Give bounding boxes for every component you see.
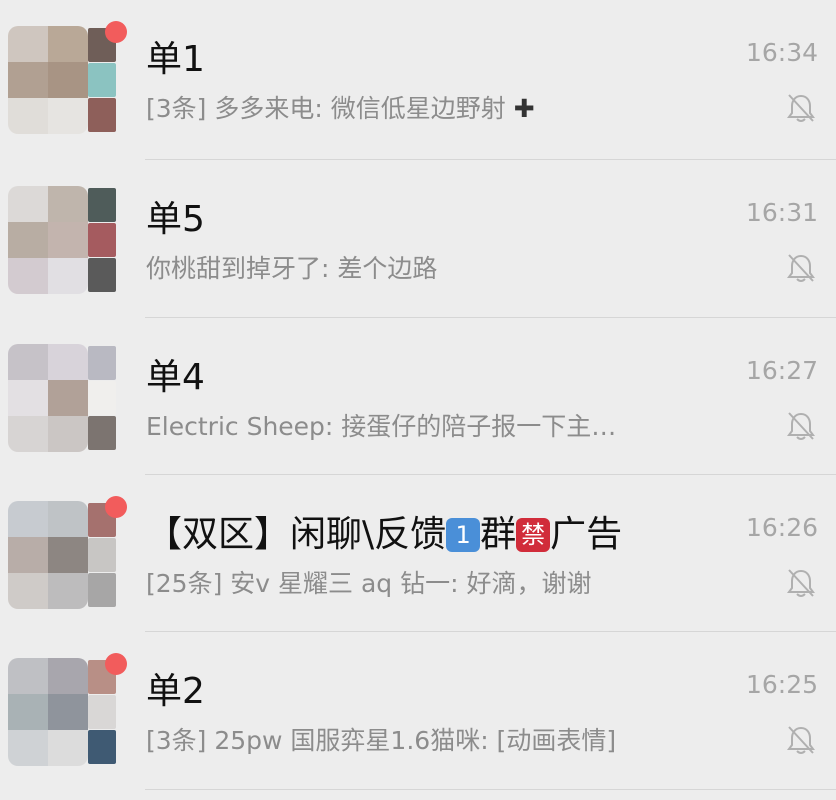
unread-dot (105, 653, 127, 675)
member-avatar (88, 730, 116, 764)
unread-dot (105, 496, 127, 518)
plus-icon: ✚ (513, 94, 535, 123)
preview-text: [3条] 多多来电: 微信低星边野射 (146, 94, 506, 123)
chat-title: 单5 (146, 199, 205, 240)
chat-time: 16:34 (745, 38, 818, 67)
bell-slash-icon (787, 254, 815, 282)
title-text: 广告 (550, 514, 623, 555)
member-avatar (88, 538, 116, 572)
title-text: 【双区】闲聊\反馈 (146, 514, 447, 555)
unread-dot (105, 21, 127, 43)
title-text: 群 (480, 514, 517, 555)
chat-row[interactable]: 单1 [3条] 多多来电: 微信低星边野射 ✚ 16:34 (0, 0, 836, 157)
group-avatar[interactable] (8, 501, 116, 609)
blurred-avatar (8, 344, 88, 452)
group-avatar[interactable] (8, 344, 116, 452)
chat-preview: [3条] 25pw 国服弈星1.6猫咪: [动画表情] (146, 726, 617, 755)
blurred-avatar (8, 501, 88, 609)
chat-time: 16:31 (745, 198, 818, 227)
chat-row[interactable]: 单2 [3条] 25pw 国服弈星1.6猫咪: [动画表情] 16:25 (0, 632, 836, 789)
member-avatar (88, 223, 116, 257)
member-avatar (88, 573, 116, 607)
chat-row[interactable]: 单4 Electric Sheep: 接蛋仔的陪子报一下主… 16:27 (0, 318, 836, 475)
chat-list: 单1 [3条] 多多来电: 微信低星边野射 ✚ 16:34 单5 你桃甜到掉牙了… (0, 0, 836, 800)
bell-slash-icon (787, 569, 815, 597)
blurred-avatar (8, 658, 88, 766)
bell-slash-icon (787, 94, 815, 122)
prohibited-emoji: 禁 (516, 518, 551, 552)
chat-title: 【双区】闲聊\反馈 1 群禁广告 (146, 513, 622, 557)
member-avatar (88, 381, 116, 415)
member-avatar (88, 346, 116, 380)
chat-title: 单2 (146, 671, 205, 712)
chat-title: 单1 (146, 39, 205, 80)
chat-time: 16:26 (745, 513, 818, 542)
group-avatar[interactable] (8, 186, 116, 294)
chat-row[interactable]: 【双区】闲聊\反馈 1 群禁广告 [25条] 安v 星耀三 aq 钻一: 好滴，谢谢… (0, 475, 836, 632)
chat-title: 单4 (146, 357, 205, 398)
row-divider (145, 789, 836, 790)
member-avatar (88, 63, 116, 97)
bell-slash-icon (787, 412, 815, 440)
chat-preview: 你桃甜到掉牙了: 差个边路 (146, 254, 438, 283)
member-avatar (88, 416, 116, 450)
member-avatar (88, 695, 116, 729)
group-avatar[interactable] (8, 658, 116, 766)
chat-preview: [3条] 多多来电: 微信低星边野射 ✚ (146, 93, 535, 125)
member-avatar (88, 188, 116, 222)
group-avatar[interactable] (8, 26, 116, 134)
blurred-avatar (8, 186, 88, 294)
chat-preview: Electric Sheep: 接蛋仔的陪子报一下主… (146, 412, 617, 441)
keycap-one-emoji: 1 (446, 518, 481, 552)
member-avatar (88, 98, 116, 132)
chat-time: 16:25 (745, 670, 818, 699)
chat-preview: [25条] 安v 星耀三 aq 钻一: 好滴，谢谢 (146, 569, 592, 598)
bell-slash-icon (787, 726, 815, 754)
chat-time: 16:27 (745, 356, 818, 385)
member-avatar (88, 258, 116, 292)
blurred-avatar (8, 26, 88, 134)
chat-row[interactable]: 单5 你桃甜到掉牙了: 差个边路 16:31 (0, 160, 836, 317)
